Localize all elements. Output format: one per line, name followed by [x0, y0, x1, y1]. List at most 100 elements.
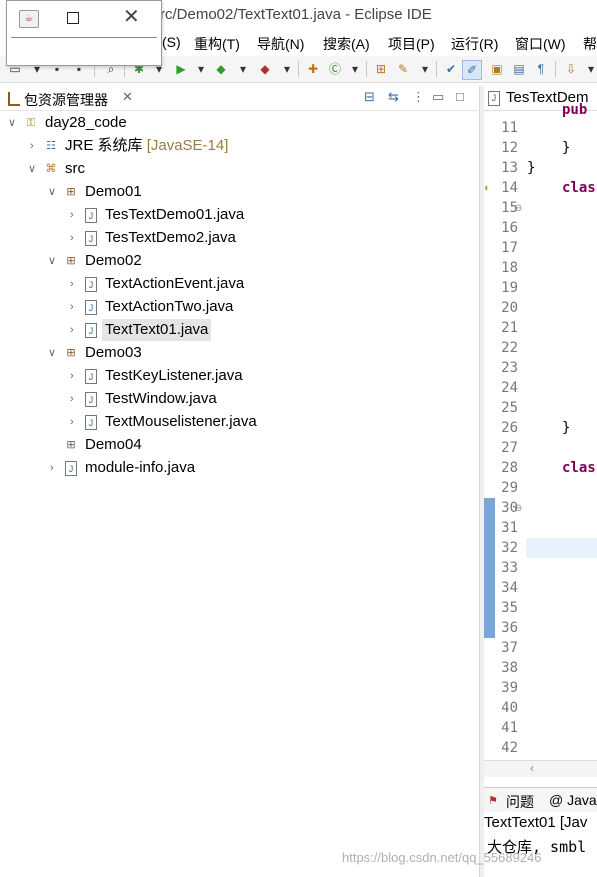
- line-number: 19: [501, 280, 518, 296]
- tree-item-label: Demo04: [85, 436, 142, 453]
- tree-item-label: src: [65, 160, 85, 177]
- fold-collapse-icon[interactable]: ⊖: [514, 503, 522, 514]
- collapse-all-icon[interactable]: ⊟: [364, 89, 375, 105]
- dropdown-icon[interactable]: ▾: [346, 60, 364, 78]
- line-number: 28: [501, 460, 518, 476]
- pilcrow-icon[interactable]: ¶: [532, 60, 550, 78]
- chevron-right-icon[interactable]: ›: [70, 319, 74, 341]
- view-menu-icon[interactable]: ⋮: [412, 89, 425, 105]
- chevron-down-icon[interactable]: ∨: [48, 250, 56, 272]
- java-file-icon: J: [85, 300, 97, 315]
- tree-item-label: Demo03: [85, 344, 142, 361]
- chevron-right-icon[interactable]: ›: [70, 227, 74, 249]
- maximize-view-icon[interactable]: □: [456, 89, 464, 104]
- new-package-icon[interactable]: ✚: [304, 60, 322, 78]
- chevron-right-icon[interactable]: ›: [70, 204, 74, 226]
- chevron-down-icon[interactable]: ∨: [28, 158, 36, 180]
- minimize-icon[interactable]: ▭: [432, 89, 444, 105]
- package-icon: ⊞: [66, 186, 76, 198]
- dropdown-icon[interactable]: ▾: [416, 60, 434, 78]
- next-annotation-icon[interactable]: ⇩: [562, 60, 580, 78]
- tree-item-label: Demo02: [85, 252, 142, 269]
- line-number: 25: [501, 400, 518, 416]
- run-icon[interactable]: ▶: [172, 60, 190, 78]
- package-icon: ⊞: [66, 347, 76, 359]
- menu-window[interactable]: 窗口(W): [515, 34, 566, 54]
- chevron-right-icon[interactable]: ›: [70, 411, 74, 433]
- awt-frame-window[interactable]: ☕ ✕: [6, 0, 162, 66]
- toolbar-separator: [366, 61, 367, 77]
- menu-search[interactable]: 搜索(A): [323, 34, 370, 54]
- toolbar-separator: [298, 61, 299, 77]
- chevron-down-icon[interactable]: ∨: [48, 342, 56, 364]
- new-class-icon[interactable]: Ⓒ: [326, 60, 344, 78]
- line-number: 36: [501, 620, 518, 636]
- line-number: 42: [501, 740, 518, 756]
- dropdown-icon[interactable]: ▾: [582, 60, 597, 78]
- line-number: 22: [501, 340, 518, 356]
- tree-item-label: TextActionTwo.java: [105, 298, 234, 315]
- line-number: 17: [501, 240, 518, 256]
- chevron-right-icon[interactable]: ›: [30, 135, 34, 157]
- dropdown-icon[interactable]: ▾: [192, 60, 210, 78]
- chevron-right-icon[interactable]: ›: [70, 388, 74, 410]
- maximize-icon[interactable]: [67, 12, 79, 24]
- line-number: 33: [501, 560, 518, 576]
- chevron-down-icon[interactable]: ∨: [48, 181, 56, 203]
- library-icon: ☷: [46, 140, 56, 152]
- highlight-icon[interactable]: ✐: [462, 60, 482, 80]
- tab-problems[interactable]: 问题: [506, 792, 534, 812]
- warning-icon[interactable]: ◐: [484, 182, 491, 194]
- close-icon[interactable]: ✕: [123, 4, 140, 29]
- external-tools-icon[interactable]: ◆: [256, 60, 274, 78]
- chevron-down-icon[interactable]: ∨: [8, 112, 16, 134]
- tab-javadoc[interactable]: @ Java: [549, 792, 597, 808]
- menu-source[interactable]: (S): [162, 34, 181, 50]
- tree-item-label: TextActionEvent.java: [105, 275, 245, 292]
- bottom-view-tabs: ⚑ 问题 @ Java: [484, 787, 597, 812]
- dropdown-icon[interactable]: ▾: [234, 60, 252, 78]
- close-view-icon[interactable]: ✕: [122, 89, 133, 105]
- code-token: pub: [562, 102, 588, 118]
- chevron-right-icon[interactable]: ›: [70, 365, 74, 387]
- line-number: 34: [501, 580, 518, 596]
- code-token: clas: [562, 460, 596, 476]
- show-whitespace-icon[interactable]: ▤: [510, 60, 528, 78]
- line-number: 12: [501, 140, 518, 156]
- code-token: }: [527, 160, 536, 176]
- open-task-icon[interactable]: ✎: [394, 60, 412, 78]
- package-icon: ⊞: [66, 255, 76, 267]
- chevron-right-icon[interactable]: ›: [70, 296, 74, 318]
- tree-item-label: module-info.java: [85, 459, 196, 476]
- tree-item-label: TesTextDemo2.java: [105, 229, 236, 246]
- run-coverage-icon[interactable]: ◆: [212, 60, 230, 78]
- chevron-right-icon[interactable]: ›: [50, 457, 54, 479]
- toolbar-separator: [555, 61, 556, 77]
- tree-item-label: TesTextDemo01.java: [105, 206, 245, 223]
- package-explorer-tab[interactable]: 包资源管理器 ✕ ⊟ ⇆ ⋮ ▭ □: [0, 86, 478, 111]
- source-folder-icon: ⌘: [45, 163, 57, 175]
- menu-project[interactable]: 项目(P): [388, 34, 435, 54]
- line-number: 31: [501, 520, 518, 536]
- block-select-icon[interactable]: ▣: [488, 60, 506, 78]
- link-with-editor-icon[interactable]: ⇆: [388, 89, 399, 105]
- change-marker: [484, 498, 495, 638]
- line-number: 11: [501, 120, 518, 136]
- menu-run[interactable]: 运行(R): [451, 34, 498, 54]
- horizontal-scrollbar[interactable]: ‹: [484, 760, 597, 777]
- jre-version-label: [JavaSE-14]: [146, 137, 229, 154]
- package-explorer-icon: [8, 92, 20, 106]
- fold-collapse-icon[interactable]: ⊖: [514, 203, 522, 214]
- line-number: 23: [501, 360, 518, 376]
- dropdown-icon[interactable]: ▾: [278, 60, 296, 78]
- chevron-right-icon[interactable]: ›: [70, 273, 74, 295]
- toggle-mark-occurrences-icon[interactable]: ✔: [442, 60, 460, 78]
- menu-refactor[interactable]: 重构(T): [194, 34, 240, 54]
- java-file-icon: J: [488, 91, 500, 106]
- scroll-left-icon[interactable]: ‹: [530, 761, 534, 775]
- menu-navigate[interactable]: 导航(N): [257, 34, 304, 54]
- menu-help[interactable]: 帮: [583, 34, 597, 54]
- line-number: 40: [501, 700, 518, 716]
- java-file-icon: J: [85, 369, 97, 384]
- open-type-icon[interactable]: ⊞: [372, 60, 390, 78]
